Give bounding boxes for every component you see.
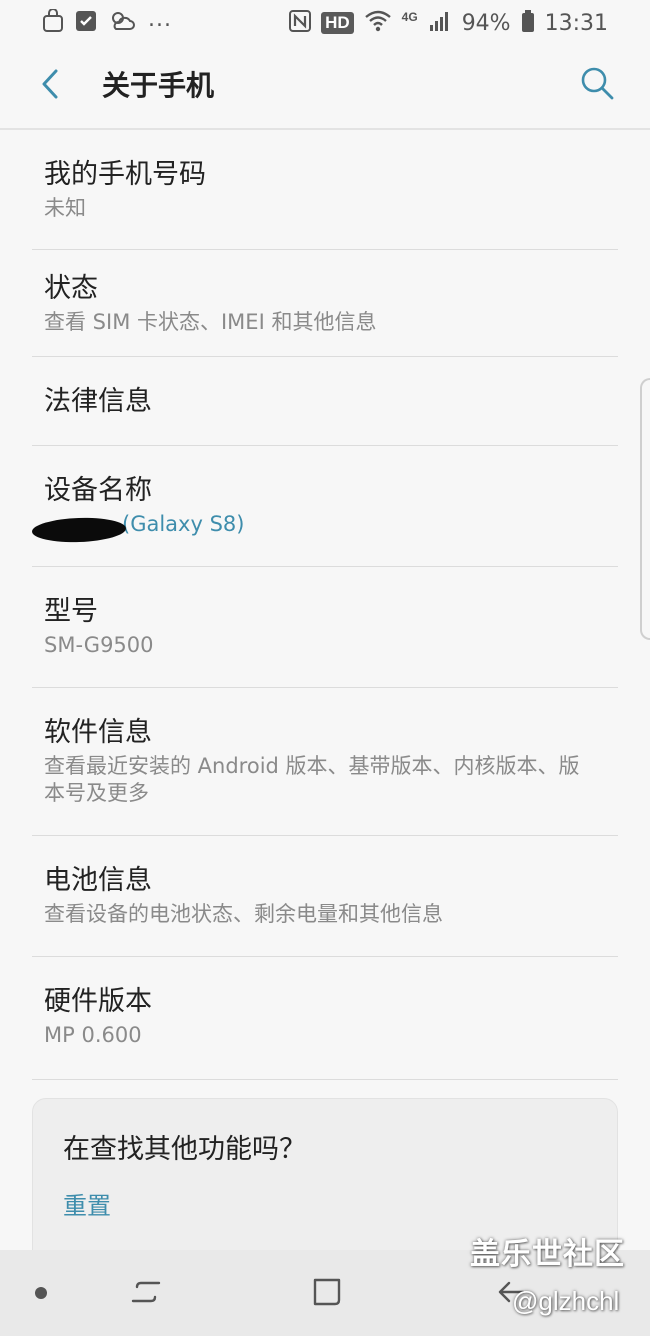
divider <box>32 1079 618 1080</box>
item-summary: MP 0.600 <box>44 1023 142 1047</box>
search-button[interactable] <box>574 62 620 108</box>
settings-list: 我的手机号码 未知 状态 查看 SIM 卡状态、IMEI 和其他信息 法律信息 … <box>0 130 650 1080</box>
search-icon <box>579 65 615 105</box>
watermark-site: 盖乐世社区 <box>470 1237 625 1272</box>
nav-hide-dot[interactable] <box>35 1287 47 1299</box>
item-summary: 查看最近安装的 Android 版本、基带版本、内核版本、版本号及更多 <box>44 754 580 805</box>
back-button[interactable] <box>28 64 72 108</box>
list-item-hardware-version[interactable]: 硬件版本 MP 0.600 <box>0 957 650 1080</box>
suggestion-title: 在查找其他功能吗？ <box>63 1134 306 1165</box>
battery-percent: 94% <box>461 10 511 36</box>
item-title: 型号 <box>44 596 98 627</box>
battery-icon <box>521 9 535 37</box>
list-item-device-name[interactable]: 设备名称 (Galaxy S8) <box>0 446 650 567</box>
overflow-indicator: ... <box>148 6 172 32</box>
item-title: 状态 <box>44 273 98 304</box>
list-item-status[interactable]: 状态 查看 SIM 卡状态、IMEI 和其他信息 <box>0 250 650 357</box>
page-title: 关于手机 <box>102 69 215 102</box>
sim-icon <box>74 9 98 37</box>
status-bar-right: HD 4G 94% 13:31 <box>289 8 608 38</box>
item-summary: SM-G9500 <box>44 633 154 657</box>
home-icon <box>310 1275 344 1313</box>
weather-icon <box>108 9 138 37</box>
network-type: 4G <box>401 10 418 24</box>
item-title: 软件信息 <box>44 717 152 748</box>
scroll-handle[interactable] <box>640 378 650 640</box>
recent-apps-icon <box>129 1275 163 1313</box>
back-arrow-icon <box>38 68 62 104</box>
app-bar: 关于手机 <box>0 46 650 128</box>
status-bar: ... HD 4G 94% 13:31 <box>0 0 650 46</box>
hd-badge: HD <box>321 12 354 34</box>
reset-link[interactable]: 重置 <box>63 1191 111 1221</box>
item-summary: 查看 SIM 卡状态、IMEI 和其他信息 <box>44 310 377 334</box>
clock: 13:31 <box>544 10 608 36</box>
recent-apps-button[interactable] <box>124 1272 168 1316</box>
signal-icon <box>428 9 452 37</box>
item-summary: 查看设备的电池状态、剩余电量和其他信息 <box>44 902 443 926</box>
item-title: 设备名称 <box>44 475 152 506</box>
status-bar-left: ... <box>42 6 172 37</box>
item-title: 硬件版本 <box>44 986 152 1017</box>
bag-icon <box>42 8 64 37</box>
item-title: 电池信息 <box>44 865 152 896</box>
item-summary: (Galaxy S8) <box>122 512 245 536</box>
list-item-my-phone-number[interactable]: 我的手机号码 未知 <box>0 130 650 250</box>
home-button[interactable] <box>305 1272 349 1316</box>
item-title: 法律信息 <box>44 386 152 417</box>
item-summary: 未知 <box>44 196 86 220</box>
list-item-battery-info[interactable]: 电池信息 查看设备的电池状态、剩余电量和其他信息 <box>0 836 650 957</box>
item-title: 我的手机号码 <box>44 159 206 190</box>
watermark-handle: @glzhchl <box>512 1286 620 1316</box>
wifi-icon <box>364 9 392 37</box>
nfc-icon <box>289 9 312 37</box>
list-item-software-info[interactable]: 软件信息 查看最近安装的 Android 版本、基带版本、内核版本、版本号及更多 <box>0 688 650 836</box>
list-item-legal-info[interactable]: 法律信息 <box>0 357 650 446</box>
list-item-model[interactable]: 型号 SM-G9500 <box>0 567 650 688</box>
